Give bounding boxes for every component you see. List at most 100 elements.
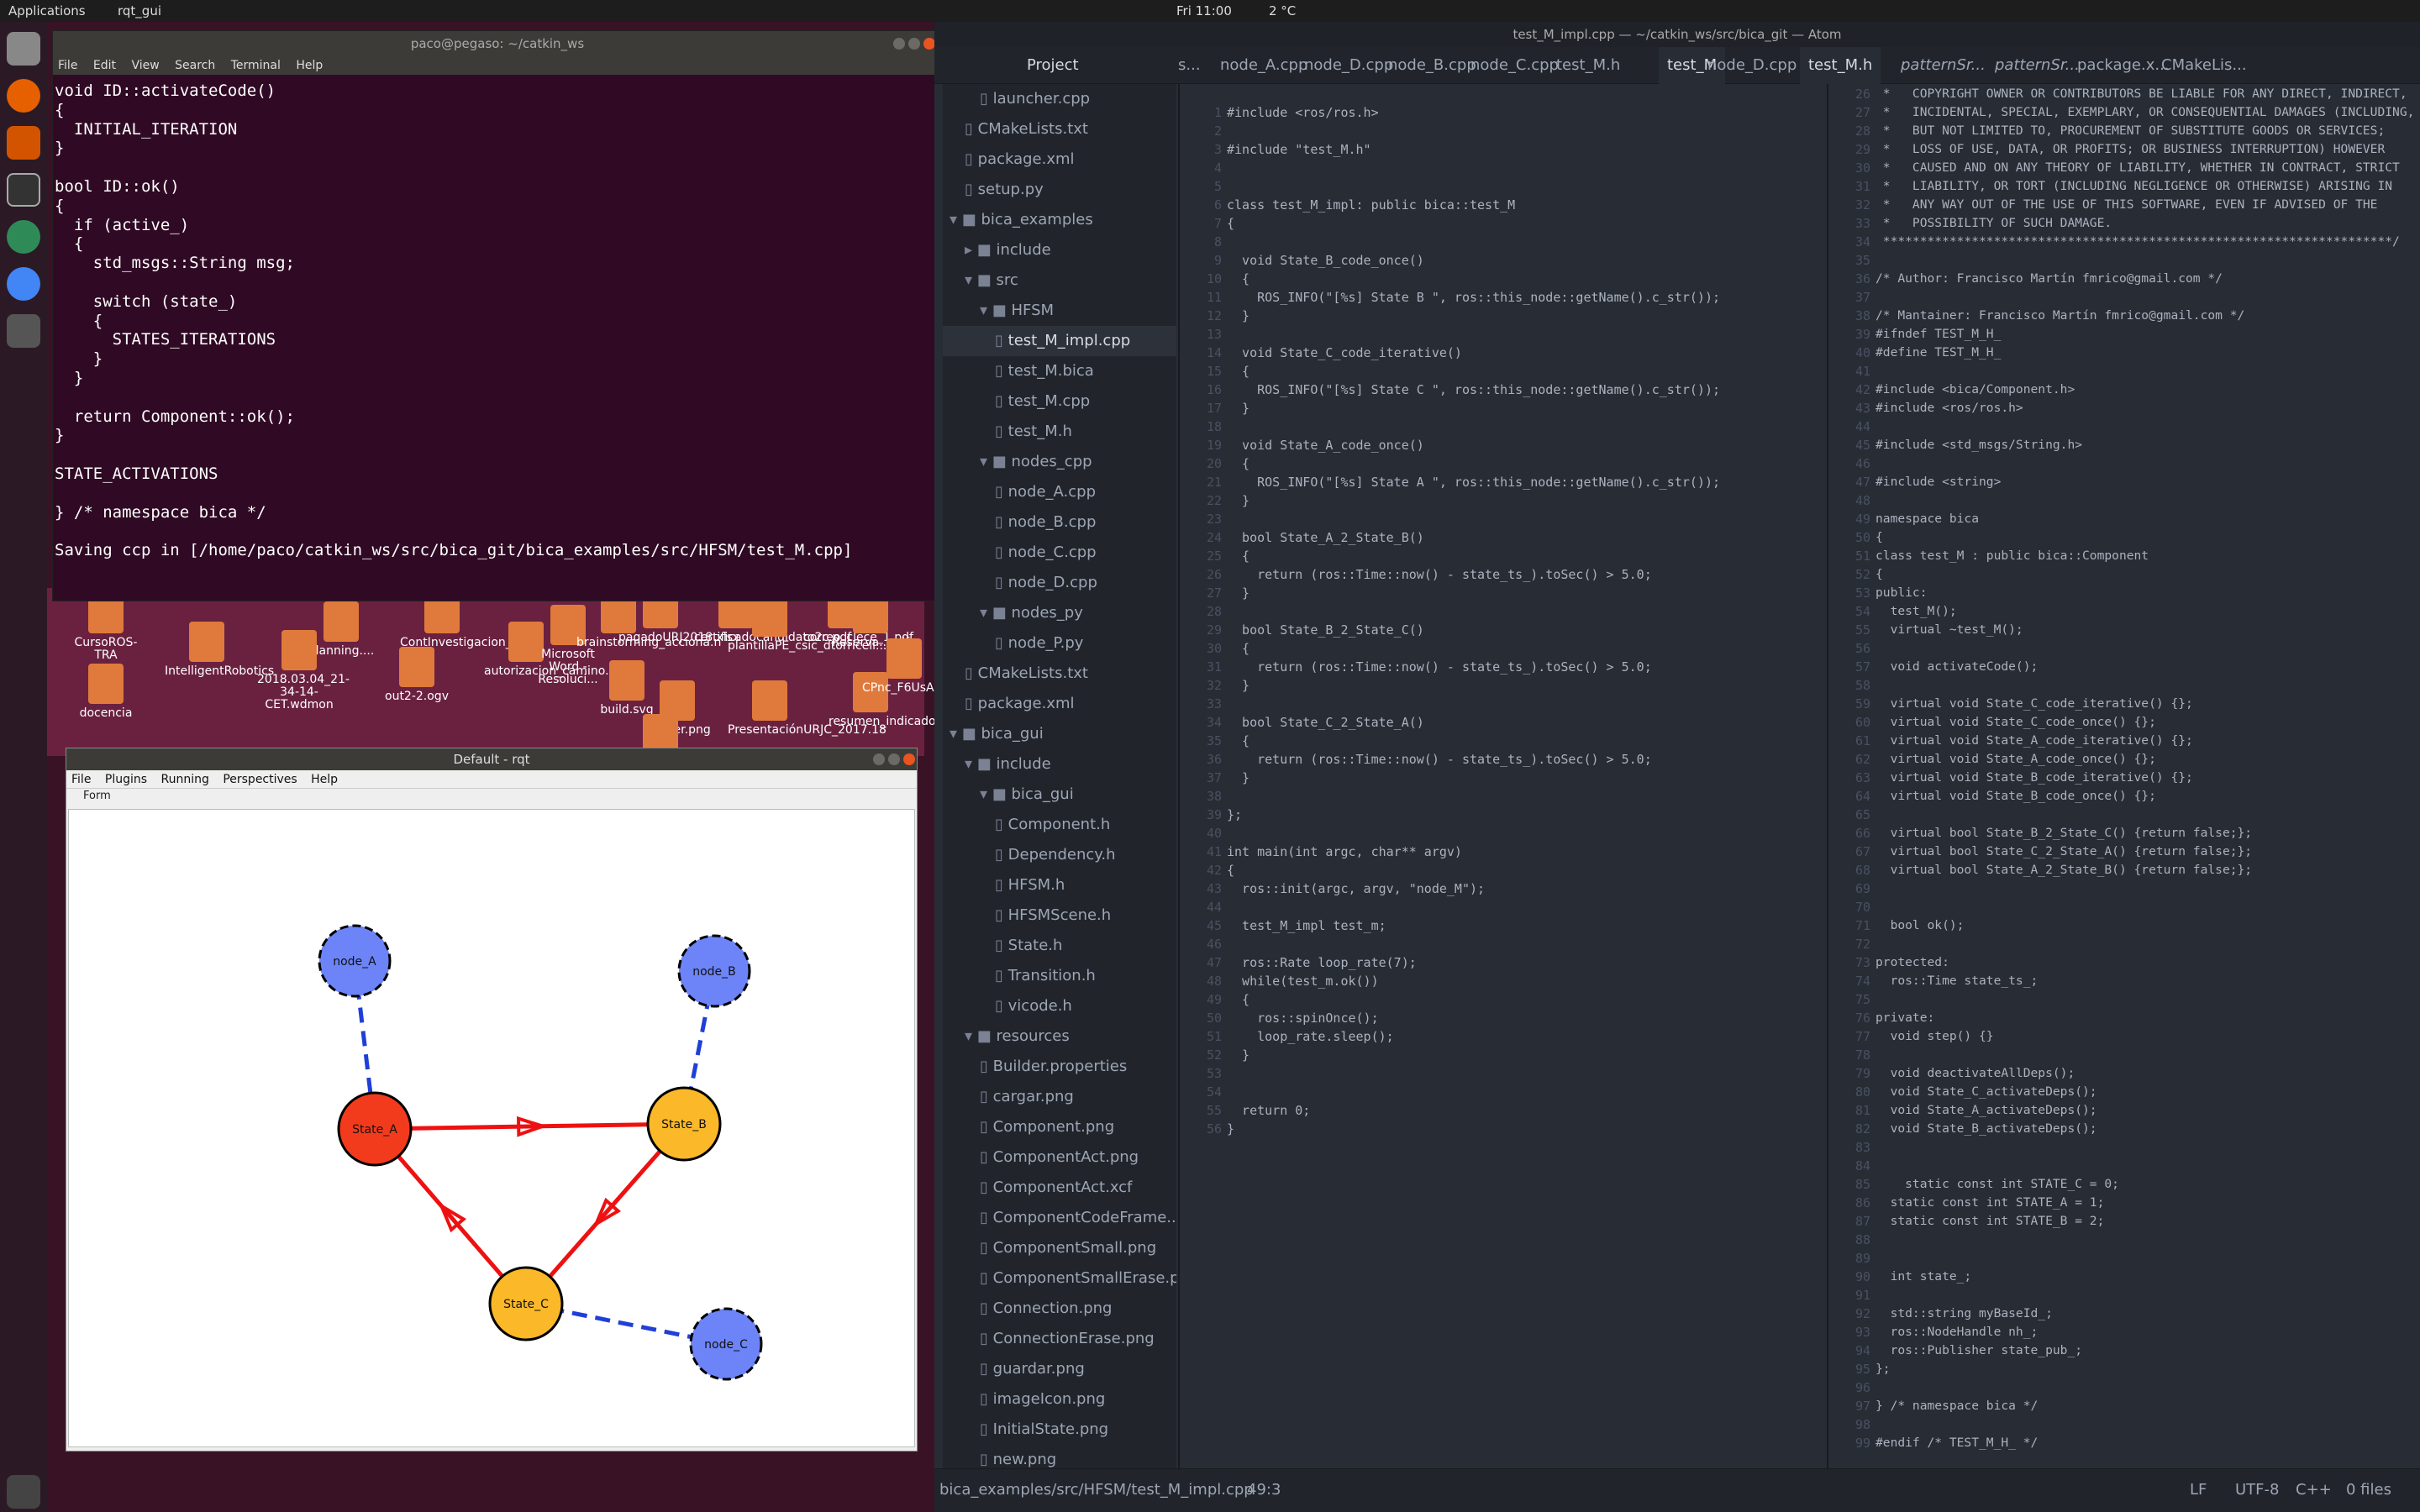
tree-item[interactable]: ▯ Component.png xyxy=(943,1112,1176,1142)
tree-item[interactable]: ▾ ■ nodes_cpp xyxy=(943,447,1176,477)
cursor-position[interactable]: 49:3 xyxy=(1247,1481,1281,1499)
desktop-icon[interactable]: 2018.03.04_21-34-14-CET.wdmon xyxy=(257,630,350,711)
minimize-icon[interactable] xyxy=(873,753,885,765)
tree-item[interactable]: ▯ launcher.cpp xyxy=(943,84,1176,114)
tree-item[interactable]: ▯ cargar.png xyxy=(943,1082,1176,1112)
grammar[interactable]: C++ xyxy=(2296,1481,2332,1499)
tree-item[interactable]: ▯ test_M.bica xyxy=(943,356,1176,386)
tree-item[interactable]: ▯ test_M.cpp xyxy=(943,386,1176,417)
tab-node-c-cpp[interactable]: node_C.cpp xyxy=(1470,47,1559,84)
chrome-icon[interactable] xyxy=(7,267,40,301)
tree-item[interactable]: ▾ ■ nodes_py xyxy=(943,598,1176,628)
menu-edit[interactable]: Edit xyxy=(93,59,116,72)
tree-item[interactable]: ▯ package.xml xyxy=(943,689,1176,719)
atom-window[interactable]: test_M_impl.cpp — ~/catkin_ws/src/bica_g… xyxy=(934,22,2420,1512)
tree-item[interactable]: ▯ new.png xyxy=(943,1445,1176,1468)
line-ending[interactable]: LF xyxy=(2190,1481,2207,1499)
menu-perspectives[interactable]: Perspectives xyxy=(223,773,297,786)
tree-item[interactable]: ▯ package.xml xyxy=(943,144,1176,175)
desktop-icon[interactable]: ContInvestigacion_2... xyxy=(400,593,530,649)
menu-file[interactable]: File xyxy=(58,59,77,72)
close-icon[interactable] xyxy=(923,38,935,50)
weather[interactable]: 2 °C xyxy=(1269,3,1296,18)
desktop-icon[interactable]: CursoROS-TRA xyxy=(64,593,148,662)
tree-item[interactable]: ▾ ■ bica_gui xyxy=(943,719,1176,749)
tree-item[interactable]: ▯ ConnectionErase.png xyxy=(943,1324,1176,1354)
tree-item[interactable]: ▾ ■ bica_gui xyxy=(943,780,1176,810)
tree-item[interactable]: ▯ ComponentSmall.png xyxy=(943,1233,1176,1263)
menu-search[interactable]: Search xyxy=(175,59,215,72)
menu-help[interactable]: Help xyxy=(296,59,323,72)
tree-item[interactable]: ▯ State.h xyxy=(943,931,1176,961)
app-grid-icon[interactable] xyxy=(7,314,40,348)
tree-item[interactable]: ▯ HFSM.h xyxy=(943,870,1176,900)
maximize-icon[interactable] xyxy=(908,38,920,50)
project-panel-label[interactable]: Project xyxy=(1027,47,1079,84)
tree-item[interactable]: ▯ node_C.cpp xyxy=(943,538,1176,568)
tree-item[interactable]: ▯ Dependency.h xyxy=(943,840,1176,870)
clock[interactable]: Fri 11:00 xyxy=(1176,3,1232,18)
rqt-gui-menu[interactable]: rqt_gui xyxy=(118,3,161,18)
tree-item[interactable]: ▾ ■ resources xyxy=(943,1021,1176,1052)
desktop-icon[interactable]: plantillaPE_csic_dtorricell... xyxy=(728,596,886,653)
close-icon[interactable] xyxy=(903,753,915,765)
tree-item[interactable]: ▯ Builder.properties xyxy=(943,1052,1176,1082)
menu-help[interactable]: Help xyxy=(311,773,338,786)
desktop-icon[interactable]: CPnc_F6UsAAWaxb.png xyxy=(862,638,1001,695)
tab-patternsr-[interactable]: patternSr... xyxy=(1901,47,1986,84)
tree-item[interactable]: ▯ ComponentSmallErase.p xyxy=(943,1263,1176,1294)
maximize-icon[interactable] xyxy=(888,753,900,765)
tree-item[interactable]: ▾ ■ bica_examples xyxy=(943,205,1176,235)
tree-item[interactable]: ▯ test_M.h xyxy=(943,417,1176,447)
tree-item[interactable]: ▯ HFSMScene.h xyxy=(943,900,1176,931)
hfsm-canvas[interactable]: node_A node_B State_A State_B State_C node_C xyxy=(68,809,915,1447)
menu-file[interactable]: File xyxy=(71,773,91,786)
tab-cmakelis-[interactable]: CMakeLis... xyxy=(2161,47,2247,84)
desktop-icon[interactable]: IntelligentRobotics xyxy=(165,622,274,678)
tab-test-m-h[interactable]: test_M.h xyxy=(1556,47,1620,84)
tab-node-d-cpp[interactable]: node_D.cpp xyxy=(1304,47,1393,84)
minimize-icon[interactable] xyxy=(893,38,905,50)
tab-node-a-cpp[interactable]: node_A.cpp xyxy=(1220,47,1307,84)
tab-test-m-h[interactable]: test_M.h xyxy=(1800,47,1881,84)
tree-item[interactable]: ▯ InitialState.png xyxy=(943,1415,1176,1445)
hfsm-graph[interactable]: node_A node_B State_A State_B State_C node_C xyxy=(69,810,916,1448)
tab-s-[interactable]: s... xyxy=(1178,47,1201,84)
menu-terminal[interactable]: Terminal xyxy=(231,59,281,72)
tab-node-b-cpp[interactable]: node_B.cpp xyxy=(1388,47,1476,84)
tree-item[interactable]: ▯ node_P.py xyxy=(943,628,1176,659)
tree-item[interactable]: ▯ ComponentCodeFrame... xyxy=(943,1203,1176,1233)
files-icon[interactable] xyxy=(7,32,40,66)
tab-package-x-[interactable]: package.x... xyxy=(2077,47,2170,84)
applications-menu[interactable]: Applications xyxy=(8,3,86,18)
ros-icon[interactable] xyxy=(7,220,40,254)
tree-item[interactable]: ▾ ■ src xyxy=(943,265,1176,296)
tree-item[interactable]: ▯ node_B.cpp xyxy=(943,507,1176,538)
settings-icon[interactable] xyxy=(7,126,40,160)
git-status[interactable]: 0 files xyxy=(2346,1481,2391,1499)
menu-view[interactable]: View xyxy=(131,59,159,72)
code-text[interactable]: * COPYRIGHT OWNER OR CONTRIBUTORS BE LIA… xyxy=(1876,84,2414,1452)
desktop-icon[interactable]: PresentaciónURJC_2017.18 xyxy=(728,680,886,737)
tree-item[interactable]: ▾ ■ HFSM xyxy=(943,296,1176,326)
rqt-window[interactable]: Default - rqt File Plugins Running Persp… xyxy=(66,748,918,1452)
tab-patternsr-[interactable]: patternSr... xyxy=(1995,47,2080,84)
code-text[interactable]: #include <ros/ros.h> #include "test_M.h"… xyxy=(1227,84,1720,1138)
tree-item[interactable]: ▯ CMakeLists.txt xyxy=(943,114,1176,144)
project-tree[interactable]: ▯ launcher.cpp ▯ CMakeLists.txt ▯ package.… xyxy=(943,84,1176,1468)
file-path[interactable]: bica_examples/src/HFSM/test_M_impl.cpp xyxy=(939,1481,1254,1499)
terminal-icon[interactable] xyxy=(7,173,40,207)
right-editor[interactable]: 26 27 28 29 30 31 32 33 34 35 36 37 38 3… xyxy=(1827,84,2420,1468)
tree-item[interactable]: ▾ ■ include xyxy=(943,749,1176,780)
desktop-icon[interactable]: out2-2.ogv xyxy=(375,647,459,703)
tree-item[interactable]: ▯ CMakeLists.txt xyxy=(943,659,1176,689)
tab-node-d-cpp[interactable]: node_D.cpp xyxy=(1707,47,1797,84)
firefox-icon[interactable] xyxy=(7,79,40,113)
tree-item[interactable]: ▯ ComponentAct.png xyxy=(943,1142,1176,1173)
menu-plugins[interactable]: Plugins xyxy=(105,773,147,786)
tree-item[interactable]: ▯ node_A.cpp xyxy=(943,477,1176,507)
tree-item[interactable]: ▯ Transition.h xyxy=(943,961,1176,991)
tree-item[interactable]: ▯ vicode.h xyxy=(943,991,1176,1021)
menu-running[interactable]: Running xyxy=(161,773,209,786)
tree-item[interactable]: ▯ node_D.cpp xyxy=(943,568,1176,598)
